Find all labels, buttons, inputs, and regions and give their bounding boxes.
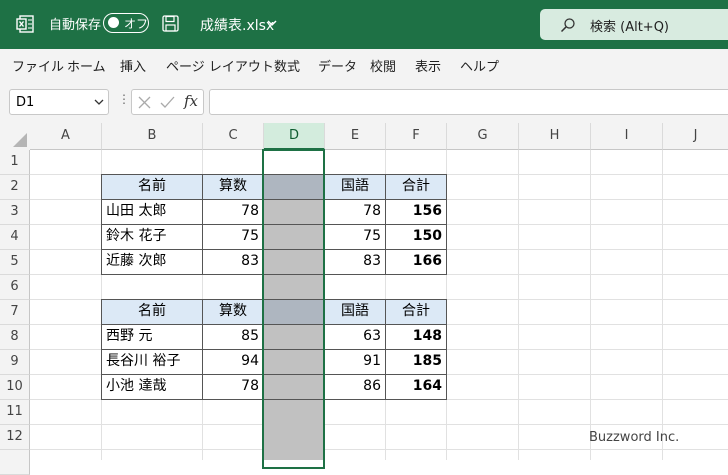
row-header[interactable]: 2 [0,175,30,200]
row-header[interactable]: 11 [0,400,30,425]
menu-home[interactable]: ホーム [67,56,106,75]
title-bar: 自動保存 オフ 成績表.xlsx 検索 (Alt+Q) [0,0,728,49]
math-cell[interactable]: 94 [202,349,264,375]
menu-insert[interactable]: 挿入 [120,56,146,75]
math-cell[interactable]: 85 [202,324,264,350]
row-header[interactable]: 12 [0,425,30,450]
row-header[interactable]: 4 [0,225,30,250]
japanese-cell[interactable]: 78 [324,199,386,225]
column-header-i[interactable]: I [591,123,663,150]
row-header[interactable]: 1 [0,150,30,175]
name-cell[interactable]: 小池 達哉 [101,374,203,400]
japanese-cell[interactable]: 86 [324,374,386,400]
row-header[interactable]: 6 [0,275,30,300]
name-box-value: D1 [16,95,35,110]
name-cell[interactable]: 鈴木 花子 [101,224,203,250]
search-placeholder: 検索 (Alt+Q) [590,20,670,35]
menu-page-layout[interactable]: ページ レイアウト [166,56,274,75]
column-header-g[interactable]: G [447,123,519,150]
row-header[interactable] [0,450,30,475]
formula-bar: D1 ⋮ fx [0,81,728,123]
autosave-state: オフ [124,17,149,31]
header-total-cell[interactable]: 合計 [385,174,447,200]
column-header-d[interactable]: D [264,123,325,150]
chevron-down-icon[interactable] [94,97,104,107]
name-cell[interactable]: 西野 元 [101,324,203,350]
excel-app-icon[interactable] [16,15,34,33]
cancel-icon[interactable] [138,96,151,109]
total-cell[interactable]: 185 [385,349,447,375]
total-cell[interactable]: 156 [385,199,447,225]
column-selection-border [262,149,325,469]
math-cell[interactable]: 75 [202,224,264,250]
splitter-handle[interactable]: ⋮ [118,92,130,106]
header-name-cell[interactable]: 名前 [101,299,203,325]
search-box[interactable]: 検索 (Alt+Q) [540,9,728,40]
column-header-h[interactable]: H [519,123,591,150]
file-name[interactable]: 成績表.xlsx [200,15,274,35]
save-icon[interactable] [162,15,179,32]
autosave-toggle[interactable]: オフ [103,13,149,33]
select-all-corner[interactable] [0,123,30,150]
japanese-cell[interactable]: 75 [324,224,386,250]
header-math-cell[interactable]: 算数 [202,299,264,325]
total-cell[interactable]: 148 [385,324,447,350]
column-header-a[interactable]: A [30,123,102,150]
row-header[interactable]: 8 [0,325,30,350]
menu-bar: ファイル ホーム 挿入 ページ レイアウト 数式 データ 校閲 表示 ヘルプ [0,49,728,81]
total-cell[interactable]: 150 [385,224,447,250]
column-header-e[interactable]: E [325,123,386,150]
total-cell[interactable]: 164 [385,374,447,400]
header-name-cell[interactable]: 名前 [101,174,203,200]
watermark: Buzzword Inc. [589,430,680,445]
toggle-knob [108,17,119,28]
name-box[interactable]: D1 [9,89,109,115]
search-icon [560,18,575,33]
chevron-down-icon[interactable] [266,17,278,29]
total-cell[interactable]: 166 [385,249,447,275]
formula-buttons: fx [131,89,204,115]
column-header-f[interactable]: F [386,123,447,150]
math-cell[interactable]: 78 [202,374,264,400]
column-header-j[interactable]: J [663,123,728,150]
row-header[interactable]: 5 [0,250,30,275]
row-header[interactable]: 10 [0,375,30,400]
menu-formulas[interactable]: 数式 [274,56,300,75]
header-japanese-cell[interactable]: 国語 [324,299,386,325]
name-cell[interactable]: 長谷川 裕子 [101,349,203,375]
check-icon[interactable] [160,96,175,109]
insert-function-button[interactable]: fx [184,92,198,110]
menu-help[interactable]: ヘルプ [460,56,499,75]
japanese-cell[interactable]: 63 [324,324,386,350]
japanese-cell[interactable]: 83 [324,249,386,275]
menu-file[interactable]: ファイル [12,56,64,75]
autosave-label: 自動保存 [49,18,102,33]
menu-data[interactable]: データ [318,56,357,75]
column-header-c[interactable]: C [203,123,264,150]
row-header[interactable]: 9 [0,350,30,375]
formula-input[interactable] [209,89,728,115]
math-cell[interactable]: 78 [202,199,264,225]
column-header-b[interactable]: B [102,123,203,150]
name-cell[interactable]: 山田 太郎 [101,199,203,225]
math-cell[interactable]: 83 [202,249,264,275]
menu-view[interactable]: 表示 [415,56,441,75]
row-header[interactable]: 7 [0,300,30,325]
row-header[interactable]: 3 [0,200,30,225]
header-japanese-cell[interactable]: 国語 [324,174,386,200]
name-cell[interactable]: 近藤 次郎 [101,249,203,275]
header-math-cell[interactable]: 算数 [202,174,264,200]
menu-review[interactable]: 校閲 [370,56,396,75]
japanese-cell[interactable]: 91 [324,349,386,375]
select-all-triangle-icon [13,133,27,147]
header-total-cell[interactable]: 合計 [385,299,447,325]
